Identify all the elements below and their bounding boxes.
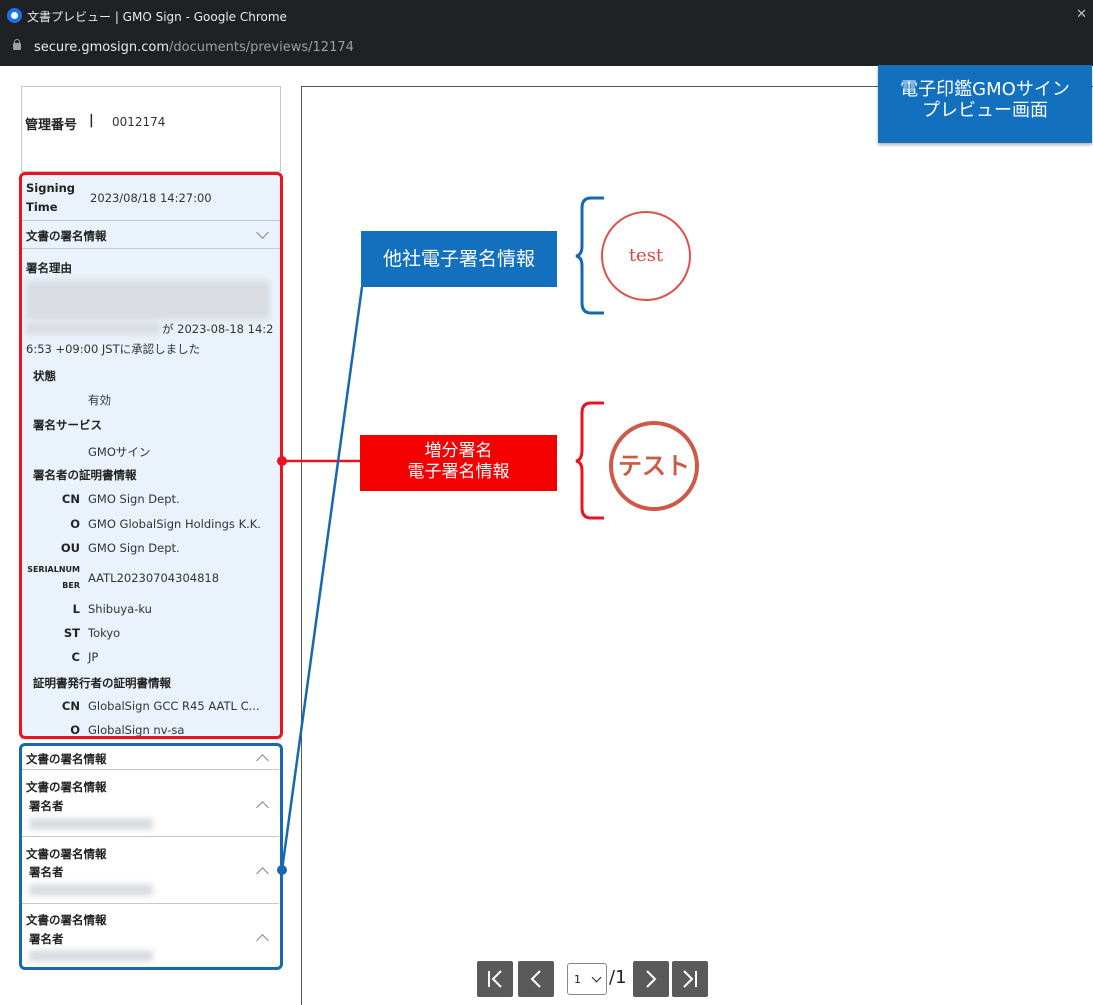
window-title: 文書プレビュー | GMO Sign - Google Chrome	[27, 10, 287, 24]
red-label-line-2: 電子署名情報	[407, 462, 510, 482]
close-window-icon[interactable]: ✕	[1076, 7, 1087, 22]
badge-line-2: プレビュー画面	[922, 100, 1048, 121]
first-page-icon	[488, 970, 502, 988]
lock-icon[interactable]	[13, 39, 21, 53]
tesuto-stamp[interactable]: テスト	[609, 421, 699, 511]
page-total: /1	[609, 967, 627, 988]
chrome-app-icon	[7, 8, 22, 23]
page-select-value: 1	[574, 973, 581, 986]
incremental-signature-highlight	[19, 172, 283, 739]
chevron-right-icon	[646, 970, 657, 988]
chevron-down-icon	[591, 972, 602, 983]
management-number-label: 管理番号	[25, 118, 78, 133]
preview-screen-badge: 電子印鑑GMOサイン プレビュー画面	[878, 65, 1092, 143]
url-text[interactable]: secure.gmosign.com/documents/previews/12…	[34, 40, 354, 55]
badge-line-1: 電子印鑑GMOサイン	[900, 79, 1070, 100]
prev-page-button[interactable]	[518, 961, 554, 997]
page-select[interactable]: 1	[567, 963, 607, 995]
other-signature-highlight	[19, 743, 283, 970]
chevron-left-icon	[530, 970, 541, 988]
document-preview-area[interactable]	[301, 86, 1093, 1005]
address-bar[interactable]: secure.gmosign.com/documents/previews/12…	[0, 31, 1093, 66]
management-number-box: 管理番号 | 0012174	[21, 86, 281, 172]
other-company-signature-label: 他社電子署名情報	[361, 231, 557, 287]
incremental-signature-label: 増分署名 電子署名情報	[360, 435, 557, 491]
first-page-button[interactable]	[477, 961, 513, 997]
last-page-button[interactable]	[672, 961, 708, 997]
test-stamp[interactable]: test	[601, 211, 691, 301]
last-page-icon	[683, 970, 697, 988]
next-page-button[interactable]	[633, 961, 669, 997]
red-label-line-1: 増分署名	[424, 441, 493, 461]
browser-titlebar: 文書プレビュー | GMO Sign - Google Chrome ✕	[0, 0, 1093, 31]
management-number-value: 0012174	[112, 115, 166, 129]
management-number-separator: |	[89, 113, 94, 128]
